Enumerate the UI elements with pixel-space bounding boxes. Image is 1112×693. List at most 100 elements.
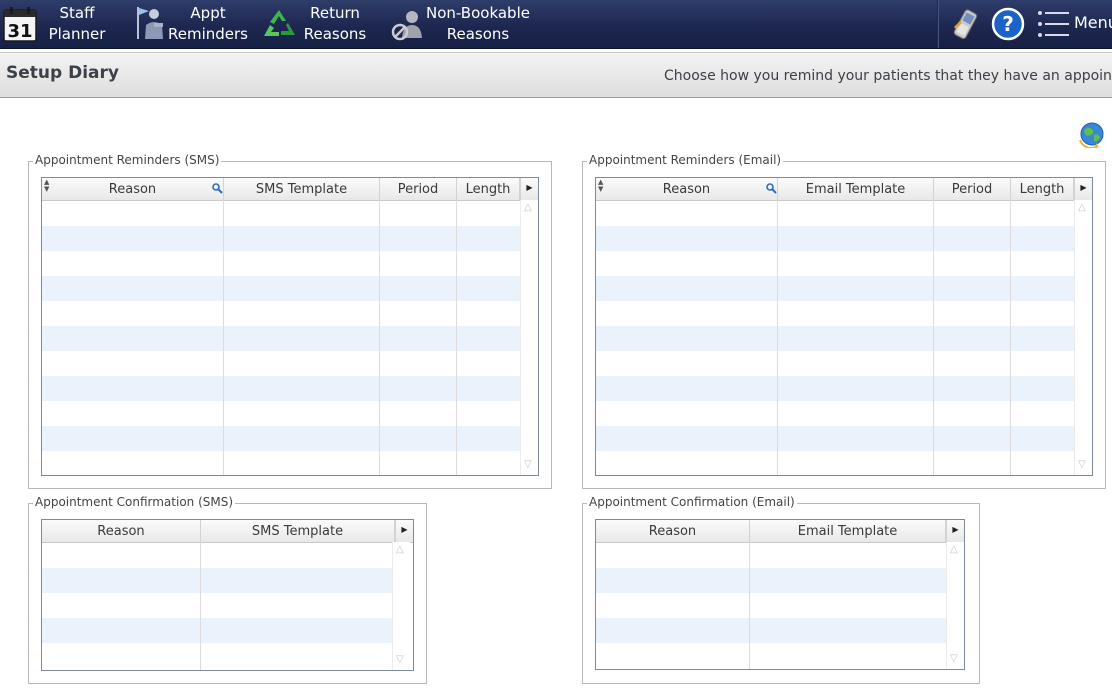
vertical-scrollbar[interactable]: △ ▽: [1074, 200, 1092, 475]
nav-label-line1: Appt: [190, 4, 226, 22]
top-nav-bar: 31 Staff Planner Appt Reminders Return R…: [0, 0, 1112, 49]
table-row[interactable]: [42, 451, 520, 475]
sms-reminders-grid[interactable]: ▲ ▼ Reason SMS Template Period Length ▶ △…: [41, 177, 539, 476]
nav-return-reasons[interactable]: Return Reasons: [258, 0, 370, 48]
scroll-up-icon[interactable]: △: [396, 545, 404, 555]
sms-confirmation-group: Appointment Confirmation (SMS) Reason SM…: [28, 495, 427, 684]
table-row[interactable]: [596, 643, 946, 668]
scroll-down-icon[interactable]: ▽: [950, 654, 958, 664]
table-row[interactable]: [42, 326, 520, 351]
table-row[interactable]: [596, 376, 1074, 401]
table-row[interactable]: [596, 326, 1074, 351]
nav-staff-planner-label: Staff Planner: [48, 3, 106, 45]
grid-header: ▲ ▼ Reason SMS Template Period Length ▶: [42, 178, 538, 201]
table-row[interactable]: [596, 401, 1074, 426]
help-glyph: ?: [1002, 12, 1014, 36]
column-header-period[interactable]: Period: [380, 178, 457, 200]
table-row[interactable]: [596, 276, 1074, 301]
column-scroll-right-button[interactable]: ▶: [395, 520, 413, 542]
table-row[interactable]: [596, 426, 1074, 451]
table-row[interactable]: [596, 226, 1074, 251]
table-row[interactable]: [596, 201, 1074, 226]
mobile-phone-icon[interactable]: [950, 7, 980, 41]
scroll-down-icon[interactable]: ▽: [524, 460, 532, 470]
column-header-length[interactable]: Length: [457, 178, 520, 200]
flag-person-icon: [137, 7, 163, 39]
column-header-reason[interactable]: Reason: [42, 178, 224, 200]
column-header-sms-template[interactable]: SMS Template: [201, 520, 395, 542]
table-row[interactable]: [42, 426, 520, 451]
help-icon[interactable]: ?: [991, 7, 1025, 41]
column-header-email-template[interactable]: Email Template: [778, 178, 934, 200]
sms-reminders-group: Appointment Reminders (SMS) ▲ ▼ Reason SM…: [28, 153, 552, 489]
page-description: Choose how you remind your patients that…: [664, 68, 1112, 84]
column-header-period[interactable]: Period: [934, 178, 1011, 200]
search-icon[interactable]: [766, 183, 777, 194]
vertical-scrollbar[interactable]: △ ▽: [946, 542, 964, 669]
vertical-scrollbar[interactable]: △ ▽: [392, 542, 410, 670]
column-divider: [456, 200, 457, 475]
column-scroll-right-button[interactable]: ▶: [1074, 178, 1092, 200]
email-confirmation-legend: Appointment Confirmation (Email): [587, 495, 797, 509]
menu-label[interactable]: Menu: [1074, 13, 1112, 32]
nav-appt-reminders[interactable]: Appt Reminders: [128, 0, 248, 48]
column-scroll-right-button[interactable]: ▶: [946, 520, 964, 542]
scroll-down-icon[interactable]: ▽: [1078, 460, 1086, 470]
table-row[interactable]: [42, 276, 520, 301]
scroll-down-icon[interactable]: ▽: [396, 655, 404, 665]
table-row[interactable]: [42, 376, 520, 401]
table-row[interactable]: [42, 251, 520, 276]
column-divider: [749, 542, 750, 669]
table-row[interactable]: [42, 618, 392, 643]
nav-non-bookable-reasons-label: Non-Bookable Reasons: [426, 3, 530, 45]
sms-confirmation-legend: Appointment Confirmation (SMS): [33, 495, 236, 509]
email-confirmation-grid[interactable]: Reason Email Template ▶ △ ▽: [595, 519, 965, 670]
table-row[interactable]: [596, 301, 1074, 326]
scroll-up-icon[interactable]: △: [950, 545, 958, 555]
column-divider: [223, 200, 224, 475]
person-blocked-icon: [391, 11, 422, 41]
sms-confirmation-grid[interactable]: Reason SMS Template ▶ △ ▽: [41, 519, 414, 671]
table-row[interactable]: [596, 251, 1074, 276]
column-divider: [1010, 200, 1011, 475]
globe-refresh-icon[interactable]: [1078, 120, 1106, 148]
column-header-email-template[interactable]: Email Template: [750, 520, 946, 542]
nav-label-line1: Staff: [59, 4, 95, 22]
table-row[interactable]: [596, 618, 946, 643]
calendar-day: 31: [7, 21, 32, 42]
table-row[interactable]: [596, 593, 946, 618]
column-header-length[interactable]: Length: [1011, 178, 1074, 200]
table-row[interactable]: [42, 201, 520, 226]
table-row[interactable]: [42, 401, 520, 426]
table-row[interactable]: [42, 593, 392, 618]
column-scroll-right-button[interactable]: ▶: [520, 178, 538, 200]
scroll-up-icon[interactable]: △: [1078, 203, 1086, 213]
table-row[interactable]: [596, 351, 1074, 376]
table-row[interactable]: [42, 568, 392, 593]
scroll-up-icon[interactable]: △: [524, 203, 532, 213]
recycle-icon: [264, 10, 295, 36]
vertical-scrollbar[interactable]: △ ▽: [520, 200, 538, 475]
search-icon[interactable]: [212, 183, 223, 194]
nav-appt-reminders-label: Appt Reminders: [168, 3, 248, 45]
table-row[interactable]: [596, 568, 946, 593]
column-divider: [379, 200, 380, 475]
table-row[interactable]: [42, 643, 392, 668]
table-row[interactable]: [596, 543, 946, 568]
table-row[interactable]: [42, 226, 520, 251]
nav-non-bookable-reasons[interactable]: Non-Bookable Reasons: [388, 0, 538, 48]
email-reminders-grid[interactable]: ▲ ▼ Reason Email Template Period Length ▶…: [595, 177, 1093, 476]
hamburger-menu-icon[interactable]: [1037, 9, 1071, 39]
table-row[interactable]: [596, 451, 1074, 475]
column-header-reason[interactable]: Reason: [42, 520, 201, 542]
table-row[interactable]: [42, 543, 392, 568]
sms-reminders-legend: Appointment Reminders (SMS): [33, 153, 222, 167]
nav-staff-planner[interactable]: 31 Staff Planner: [0, 0, 110, 48]
column-header-sms-template[interactable]: SMS Template: [224, 178, 380, 200]
table-row[interactable]: [42, 301, 520, 326]
grid-header: Reason Email Template ▶: [596, 520, 964, 543]
table-row[interactable]: [42, 351, 520, 376]
nav-return-reasons-label: Return Reasons: [302, 3, 368, 45]
column-header-reason[interactable]: Reason: [596, 520, 750, 542]
column-header-reason[interactable]: Reason: [596, 178, 778, 200]
